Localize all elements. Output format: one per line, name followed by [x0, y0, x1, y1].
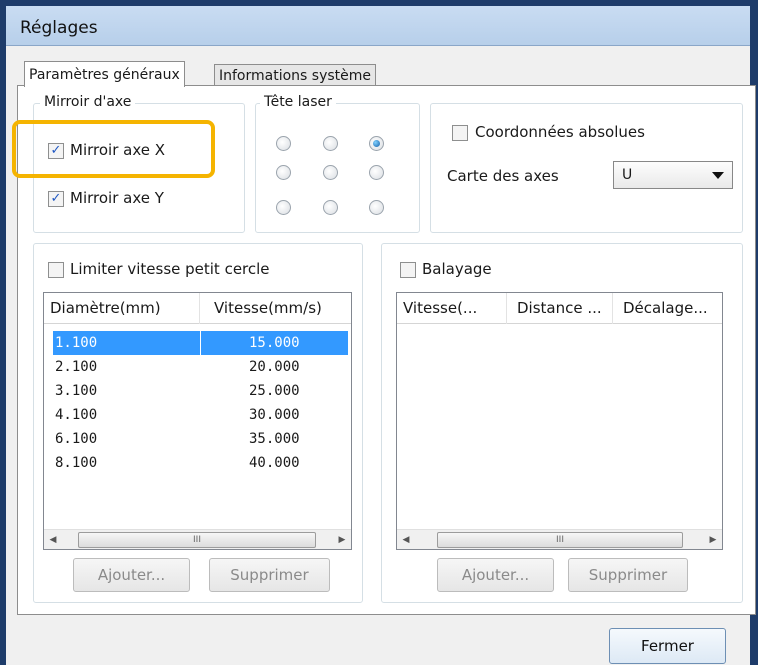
absolute-coordinates-checkbox[interactable]	[452, 125, 468, 141]
laser-head-radio-6[interactable]	[369, 165, 384, 180]
column-header-sweep-speed[interactable]: Vitesse(...	[397, 293, 507, 324]
mirror-group-legend: Mirroir d'axe	[40, 94, 136, 110]
diameter-cell: 3.100	[55, 383, 98, 399]
laser-head-radio-4[interactable]	[276, 165, 291, 180]
chevron-down-icon	[712, 172, 724, 179]
speed-cell: 25.000	[249, 383, 300, 399]
axis-map-select[interactable]: U	[613, 161, 733, 189]
scroll-left-icon[interactable]: ◀	[397, 530, 415, 549]
table-row[interactable]: 3.100 25.000	[44, 379, 351, 403]
table-header: Diamètre(mm) Vitesse(mm/s)	[44, 293, 351, 324]
limit-circle-speed-label[interactable]: Limiter vitesse petit cercle	[70, 260, 272, 278]
mirror-y-label[interactable]: Mirroir axe Y	[70, 189, 164, 207]
add-speed-button[interactable]: Ajouter...	[73, 558, 190, 592]
add-sweep-button[interactable]: Ajouter...	[437, 558, 554, 592]
laser-head-radio-3[interactable]	[369, 136, 384, 151]
window-title: Réglages	[20, 18, 98, 38]
close-button[interactable]: Fermer	[609, 628, 726, 664]
laser-head-radio-5[interactable]	[323, 165, 338, 180]
column-header-speed[interactable]: Vitesse(mm/s)	[200, 293, 351, 324]
diameter-cell: 8.100	[55, 455, 98, 471]
diameter-cell: 4.100	[55, 407, 98, 423]
speed-cell: 15.000	[201, 331, 348, 355]
laser-head-legend: Tête laser	[260, 94, 336, 110]
diameter-cell: 2.100	[55, 359, 98, 375]
highlight-annotation	[12, 120, 215, 178]
table-row[interactable]: 4.100 30.000	[44, 403, 351, 427]
laser-head-radio-7[interactable]	[276, 200, 291, 215]
circle-speed-table[interactable]: Diamètre(mm) Vitesse(mm/s) 1.100 15.000 2.…	[43, 292, 352, 550]
tab-system-info[interactable]: Informations système	[214, 64, 377, 86]
scrollbar-thumb[interactable]: III	[78, 532, 316, 548]
speed-cell: 40.000	[249, 455, 300, 471]
speed-cell: 20.000	[249, 359, 300, 375]
table-header: Vitesse(... Distance ... Décalage...	[397, 293, 722, 324]
sweep-table[interactable]: Vitesse(... Distance ... Décalage... ◀ I…	[396, 292, 723, 550]
scroll-right-icon[interactable]: ▶	[704, 530, 722, 549]
mirror-y-checkbox[interactable]: ✓	[48, 191, 64, 207]
speed-cell: 30.000	[249, 407, 300, 423]
scrollbar-thumb[interactable]: III	[437, 532, 683, 548]
title-bar[interactable]: Réglages	[6, 6, 750, 46]
absolute-coordinates-label[interactable]: Coordonnées absolues	[475, 123, 645, 141]
column-header-diameter[interactable]: Diamètre(mm)	[44, 293, 200, 324]
column-header-distance[interactable]: Distance ...	[507, 293, 613, 324]
tab-general-settings[interactable]: Paramètres généraux	[24, 61, 185, 87]
laser-head-radio-1[interactable]	[276, 136, 291, 151]
table-row[interactable]: 8.100 40.000	[44, 451, 351, 475]
delete-speed-button[interactable]: Supprimer	[209, 558, 330, 592]
table-row[interactable]: 6.100 35.000	[44, 427, 351, 451]
sweep-label[interactable]: Balayage	[422, 260, 494, 278]
axis-map-value: U	[622, 167, 633, 183]
window-frame-left	[0, 0, 6, 665]
scroll-right-icon[interactable]: ▶	[333, 530, 351, 549]
laser-head-radio-8[interactable]	[323, 200, 338, 215]
limit-circle-speed-checkbox[interactable]	[48, 262, 64, 278]
column-header-offset[interactable]: Décalage...	[613, 293, 722, 324]
diameter-cell: 6.100	[55, 431, 98, 447]
sweep-checkbox[interactable]	[400, 262, 416, 278]
table-row[interactable]: 1.100 15.000	[44, 331, 351, 355]
speed-cell: 35.000	[249, 431, 300, 447]
horizontal-scrollbar[interactable]: ◀ III ▶	[44, 529, 351, 549]
horizontal-scrollbar[interactable]: ◀ III ▶	[397, 529, 722, 549]
laser-head-radio-2[interactable]	[323, 136, 338, 151]
table-row[interactable]: 2.100 20.000	[44, 355, 351, 379]
axis-map-label: Carte des axes	[447, 167, 559, 185]
diameter-cell: 1.100	[53, 331, 200, 355]
delete-sweep-button[interactable]: Supprimer	[568, 558, 688, 592]
scroll-left-icon[interactable]: ◀	[44, 530, 62, 549]
laser-head-radio-9[interactable]	[369, 200, 384, 215]
